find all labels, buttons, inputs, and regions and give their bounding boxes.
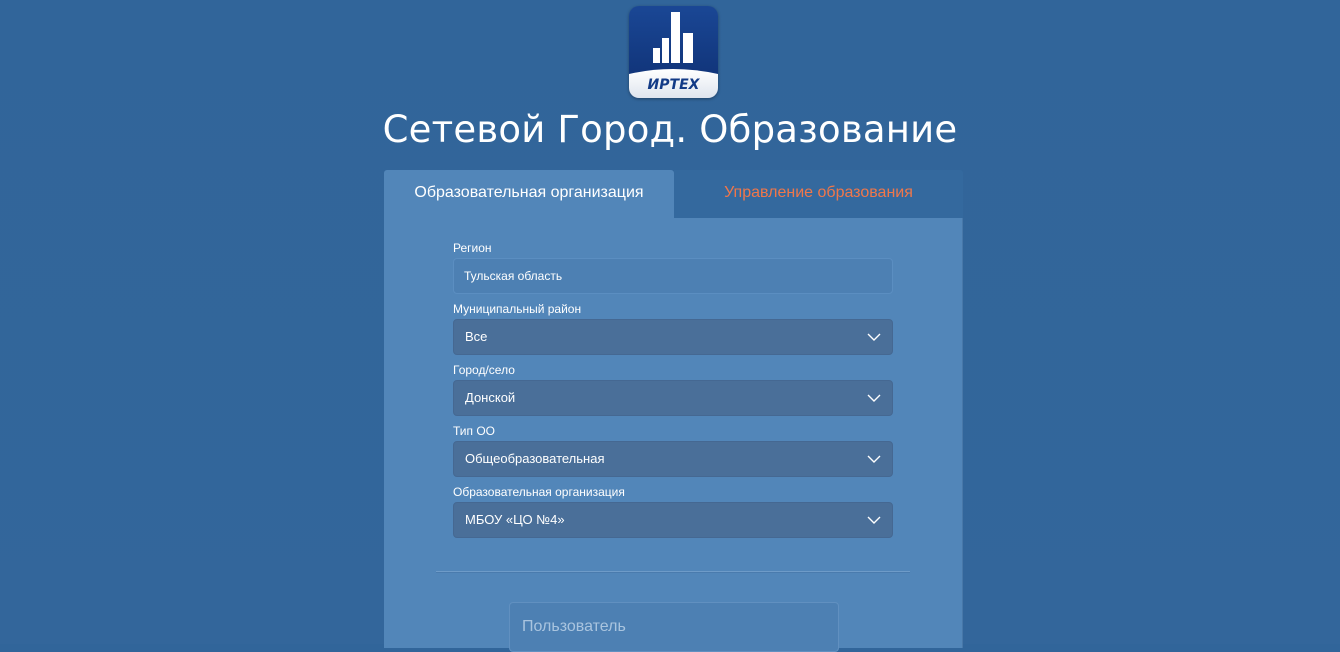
- org-type-label: Тип ОО: [453, 424, 496, 438]
- form-divider: [436, 571, 910, 573]
- login-tabs: Образовательная организация Управление о…: [384, 170, 963, 218]
- tab-educational-organization[interactable]: Образовательная организация: [384, 170, 674, 218]
- organization-label: Образовательная организация: [453, 485, 625, 499]
- buildings-icon: ИРТЕХ: [629, 6, 718, 98]
- org-type-select[interactable]: Общеобразовательная: [453, 441, 893, 477]
- city-value: Донской: [465, 390, 516, 405]
- logo-text: ИРТЕХ: [648, 77, 701, 93]
- region-field: Тульская область: [453, 258, 893, 294]
- page-title: Сетевой Город. Образование: [382, 108, 958, 151]
- tab-education-management[interactable]: Управление образования: [674, 170, 963, 218]
- login-form-panel: Регион Тульская область Муниципальный ра…: [384, 218, 963, 652]
- chevron-down-icon: [867, 516, 881, 524]
- chevron-down-icon: [867, 455, 881, 463]
- city-select[interactable]: Донской: [453, 380, 893, 416]
- org-type-value: Общеобразовательная: [465, 451, 605, 466]
- chevron-down-icon: [867, 394, 881, 402]
- organization-select[interactable]: МБОУ «ЦО №4»: [453, 502, 893, 538]
- city-label: Город/село: [453, 363, 515, 377]
- login-page: { "logo": { "text": "ИРТЕХ", "icon": "bu…: [0, 0, 1340, 652]
- district-value: Все: [465, 329, 488, 344]
- irtech-logo: ИРТЕХ: [629, 6, 718, 98]
- region-label: Регион: [453, 241, 492, 255]
- district-label: Муниципальный район: [453, 302, 582, 316]
- username-input[interactable]: [509, 602, 839, 652]
- district-select[interactable]: Все: [453, 319, 893, 355]
- chevron-down-icon: [867, 333, 881, 341]
- organization-value: МБОУ «ЦО №4»: [465, 512, 565, 527]
